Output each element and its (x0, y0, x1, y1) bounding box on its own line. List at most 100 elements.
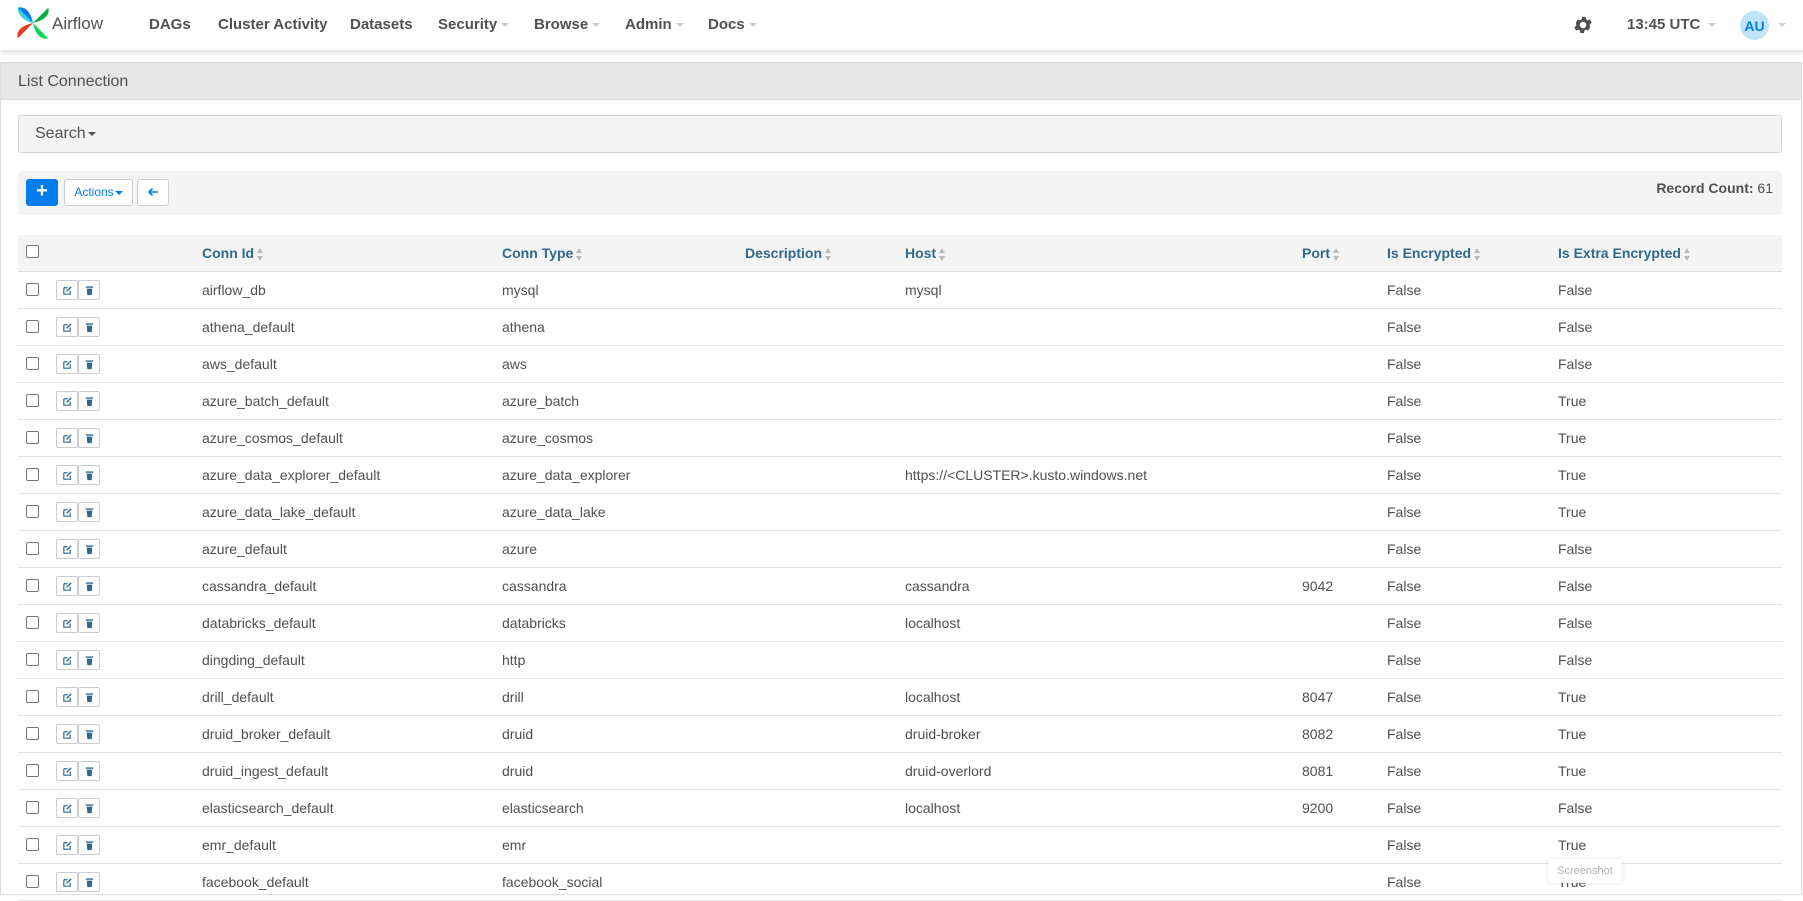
delete-record-button[interactable] (78, 687, 100, 707)
delete-record-button[interactable] (78, 391, 100, 411)
edit-icon (62, 618, 72, 628)
edit-icon (62, 322, 72, 332)
row-checkbox[interactable] (26, 320, 39, 333)
cell-is-extra-encrypted: False (1558, 356, 1593, 372)
edit-record-button[interactable] (56, 872, 78, 892)
back-button[interactable] (137, 179, 169, 206)
edit-icon (62, 470, 72, 480)
edit-record-button[interactable] (56, 613, 78, 633)
select-all-checkbox[interactable] (26, 245, 39, 258)
sort-icon (1474, 247, 1481, 261)
row-checkbox[interactable] (26, 764, 39, 777)
cell-conn-id: drill_default (202, 689, 274, 705)
nav-browse[interactable]: Browse (534, 16, 601, 33)
search-label[interactable]: Search (35, 125, 96, 143)
cell-is-extra-encrypted: True (1558, 726, 1587, 742)
delete-record-button[interactable] (78, 798, 100, 818)
delete-record-button[interactable] (78, 613, 100, 633)
cell-is-extra-encrypted: False (1558, 541, 1593, 557)
nav-cluster-activity[interactable]: Cluster Activity (218, 16, 327, 33)
delete-record-button[interactable] (78, 539, 100, 559)
edit-record-button[interactable] (56, 687, 78, 707)
nav-docs[interactable]: Docs (708, 16, 757, 33)
chevron-down-icon[interactable] (1778, 23, 1786, 27)
nav-security[interactable]: Security (438, 16, 510, 33)
time-display[interactable]: 13:45 UTC (1627, 16, 1717, 33)
row-checkbox[interactable] (26, 357, 39, 370)
cell-is-encrypted: False (1387, 282, 1422, 298)
edit-record-button[interactable] (56, 317, 78, 337)
delete-record-button[interactable] (78, 724, 100, 744)
nav-admin[interactable]: Admin (625, 16, 684, 33)
row-checkbox[interactable] (26, 394, 39, 407)
column-header-is-extra-encrypted[interactable]: Is Extra Encrypted (1558, 245, 1691, 261)
delete-record-button[interactable] (78, 317, 100, 337)
trash-icon (85, 507, 93, 517)
gear-icon[interactable] (1572, 14, 1594, 36)
edit-record-button[interactable] (56, 798, 78, 818)
row-checkbox[interactable] (26, 283, 39, 296)
edit-record-button[interactable] (56, 650, 78, 670)
edit-record-button[interactable] (56, 761, 78, 781)
trash-icon (85, 322, 93, 332)
row-checkbox[interactable] (26, 690, 39, 703)
delete-record-button[interactable] (78, 428, 100, 448)
edit-record-button[interactable] (56, 576, 78, 596)
edit-record-button[interactable] (56, 502, 78, 522)
delete-record-button[interactable] (78, 576, 100, 596)
column-header-conn-type[interactable]: Conn Type (502, 245, 583, 261)
row-checkbox[interactable] (26, 431, 39, 444)
column-header-host[interactable]: Host (905, 245, 946, 261)
edit-record-button[interactable] (56, 280, 78, 300)
row-checkbox[interactable] (26, 727, 39, 740)
delete-record-button[interactable] (78, 280, 100, 300)
edit-record-button[interactable] (56, 724, 78, 744)
row-checkbox[interactable] (26, 801, 39, 814)
row-checkbox[interactable] (26, 653, 39, 666)
row-checkbox[interactable] (26, 838, 39, 851)
cell-is-encrypted: False (1387, 319, 1422, 335)
delete-record-button[interactable] (78, 465, 100, 485)
edit-record-button[interactable] (56, 835, 78, 855)
chevron-down-icon (87, 131, 96, 136)
nav-dags[interactable]: DAGs (149, 16, 191, 33)
row-checkbox[interactable] (26, 875, 39, 888)
nav-datasets[interactable]: Datasets (350, 16, 413, 33)
delete-record-button[interactable] (78, 835, 100, 855)
delete-record-button[interactable] (78, 761, 100, 781)
edit-record-button[interactable] (56, 391, 78, 411)
actions-dropdown-button[interactable]: Actions (64, 179, 133, 206)
delete-record-button[interactable] (78, 502, 100, 522)
cell-host: localhost (905, 800, 961, 816)
row-checkbox[interactable] (26, 542, 39, 555)
cell-conn-type: druid (502, 763, 534, 779)
row-checkbox[interactable] (26, 616, 39, 629)
column-header-is-encrypted[interactable]: Is Encrypted (1387, 245, 1481, 261)
cell-is-encrypted: False (1387, 800, 1422, 816)
cell-is-encrypted: False (1387, 726, 1422, 742)
row-checkbox[interactable] (26, 505, 39, 518)
cell-is-extra-encrypted: False (1558, 652, 1593, 668)
brand[interactable]: Airflow (14, 4, 103, 42)
cell-is-extra-encrypted: True (1558, 393, 1587, 409)
panel-heading: List Connection (1, 63, 1801, 100)
delete-record-button[interactable] (78, 354, 100, 374)
screenshot-badge[interactable]: Screenshot (1548, 859, 1622, 883)
delete-record-button[interactable] (78, 872, 100, 892)
column-header-description[interactable]: Description (745, 245, 832, 261)
cell-conn-id: azure_cosmos_default (202, 430, 343, 446)
search-toggle[interactable]: Search (18, 115, 1782, 153)
row-checkbox[interactable] (26, 468, 39, 481)
edit-record-button[interactable] (56, 354, 78, 374)
edit-record-button[interactable] (56, 465, 78, 485)
avatar[interactable]: AU (1740, 11, 1769, 40)
add-connection-button[interactable]: + (26, 179, 58, 206)
delete-record-button[interactable] (78, 650, 100, 670)
row-checkbox[interactable] (26, 579, 39, 592)
column-header-port[interactable]: Port (1302, 245, 1340, 261)
table-row: azure_default azure False False (18, 531, 1782, 568)
column-header-conn-id[interactable]: Conn Id (202, 245, 264, 261)
cell-is-encrypted: False (1387, 837, 1422, 853)
edit-record-button[interactable] (56, 539, 78, 559)
edit-record-button[interactable] (56, 428, 78, 448)
